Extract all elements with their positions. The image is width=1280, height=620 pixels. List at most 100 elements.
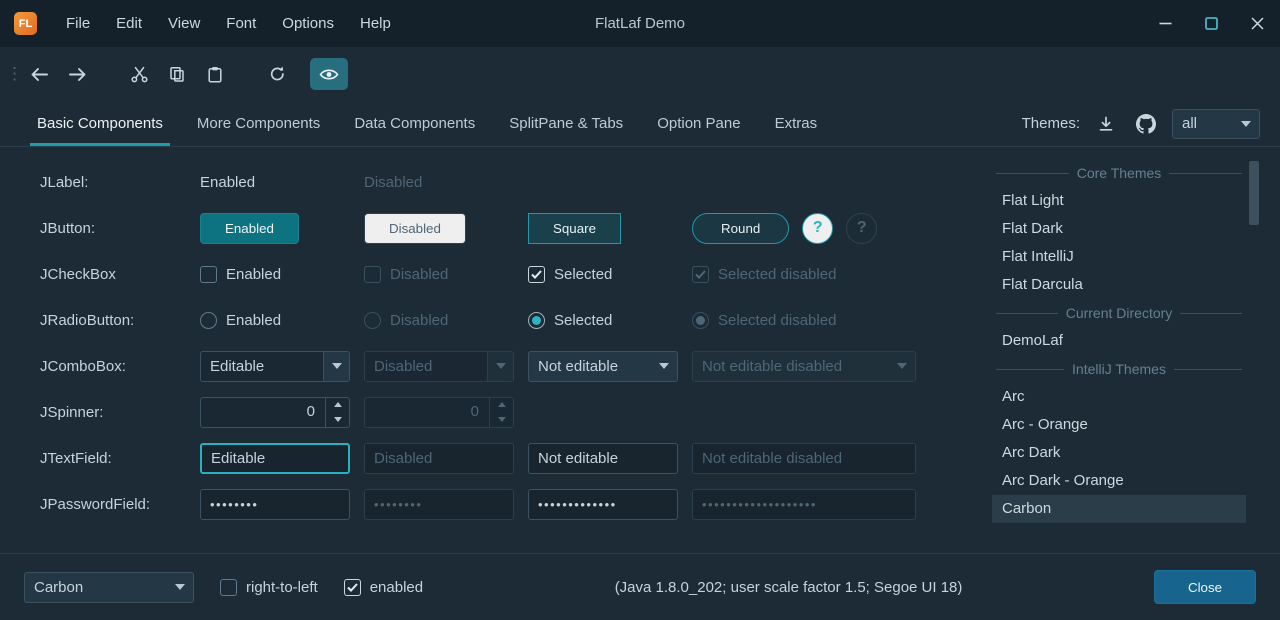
theme-item-demolaf[interactable]: DemoLaf <box>992 327 1246 355</box>
combobox-not-editable-disabled: Not editable disabled <box>692 351 916 382</box>
maximize-button[interactable] <box>1188 0 1234 47</box>
spinner-down-icon <box>490 412 513 427</box>
help-button[interactable]: ? <box>802 213 833 244</box>
passwordfield-not-editable[interactable]: ••••••••••••• <box>528 489 678 520</box>
tab-splitpane-tabs[interactable]: SplitPane & Tabs <box>492 101 640 146</box>
spinner-enabled[interactable]: 0 <box>200 397 350 428</box>
jcombobox-row-label: JComboBox: <box>40 358 200 375</box>
checkbox-enabled[interactable]: Enabled <box>200 266 364 283</box>
radio-label: Selected disabled <box>718 312 836 329</box>
checkbox-label: Enabled <box>226 266 281 283</box>
window-controls <box>1142 0 1280 47</box>
themes-scrollbar[interactable] <box>1248 159 1260 559</box>
tab-more-components[interactable]: More Components <box>180 101 337 146</box>
paste-button[interactable] <box>196 58 234 90</box>
spinner-up-icon[interactable] <box>326 398 349 413</box>
theme-item-arc-orange[interactable]: Arc - Orange <box>992 411 1246 439</box>
titlebar: FL File Edit View Font Options Help Flat… <box>0 0 1280 47</box>
minimize-icon <box>1159 22 1172 25</box>
eye-icon <box>319 68 339 81</box>
textfield-not-editable[interactable]: Not editable <box>528 443 678 474</box>
combobox-not-editable[interactable]: Not editable <box>528 351 678 382</box>
tab-option-pane[interactable]: Option Pane <box>640 101 757 146</box>
theme-group-separator: IntelliJ Themes <box>992 355 1246 383</box>
textfield-value: Disabled <box>374 450 432 467</box>
tab-data-components[interactable]: Data Components <box>337 101 492 146</box>
theme-item-flat-dark[interactable]: Flat Dark <box>992 215 1246 243</box>
theme-item-arc-dark-orange[interactable]: Arc Dark - Orange <box>992 467 1246 495</box>
basic-components-panel: JLabel: Enabled Disabled JButton: Enable… <box>40 159 980 553</box>
combobox-editable[interactable]: Editable <box>200 351 350 382</box>
theme-item-arc[interactable]: Arc <box>992 383 1246 411</box>
spinner-buttons[interactable] <box>325 398 349 427</box>
combo-arrow <box>889 352 915 381</box>
textfield-value: Not editable disabled <box>702 450 842 467</box>
back-button[interactable] <box>20 58 58 90</box>
menu-help[interactable]: Help <box>347 0 404 47</box>
round-button[interactable]: Round <box>692 213 789 244</box>
menu-options[interactable]: Options <box>269 0 347 47</box>
menu-file[interactable]: File <box>53 0 103 47</box>
scrollbar-thumb[interactable] <box>1249 161 1259 225</box>
theme-item-arc-dark[interactable]: Arc Dark <box>992 439 1246 467</box>
chevron-down-icon <box>175 584 185 590</box>
tab-label: More Components <box>197 115 320 132</box>
cut-button[interactable] <box>120 58 158 90</box>
theme-combobox[interactable]: Carbon <box>24 572 194 603</box>
theme-filter-combobox[interactable]: all <box>1172 109 1260 139</box>
chevron-down-icon <box>897 363 907 369</box>
theme-group-separator: Core Themes <box>992 159 1246 187</box>
combobox-value: Editable <box>201 358 323 375</box>
menu-view[interactable]: View <box>155 0 213 47</box>
spinner-value[interactable]: 0 <box>201 398 325 427</box>
checkbox-label: Selected disabled <box>718 266 836 283</box>
theme-item-flat-light[interactable]: Flat Light <box>992 187 1246 215</box>
checkbox-checked-icon <box>344 579 361 596</box>
password-dots: ••••••••••••• <box>538 497 617 512</box>
menu-edit[interactable]: Edit <box>103 0 155 47</box>
spinner-down-icon[interactable] <box>326 412 349 427</box>
app-logo: FL <box>14 12 37 35</box>
refresh-button[interactable] <box>258 58 296 90</box>
passwordfield-disabled: •••••••• <box>364 489 514 520</box>
show-hidden-toggle-button[interactable] <box>310 58 348 90</box>
download-theme-button[interactable] <box>1092 110 1120 138</box>
github-button[interactable] <box>1132 110 1160 138</box>
combo-arrow-button[interactable] <box>323 352 349 381</box>
spinner-up-icon <box>490 398 513 413</box>
menu-font[interactable]: Font <box>213 0 269 47</box>
close-button[interactable]: Close <box>1154 570 1256 604</box>
toolbar-grip[interactable]: ⋮ <box>6 64 20 84</box>
tab-basic-components[interactable]: Basic Components <box>20 101 180 146</box>
radio-label: Disabled <box>390 312 448 329</box>
radio-disabled: Disabled <box>364 312 528 329</box>
theme-item-flat-intellij[interactable]: Flat IntelliJ <box>992 243 1246 271</box>
tab-bar: Basic Components More Components Data Co… <box>0 101 1280 147</box>
password-dots: •••••••• <box>210 497 258 512</box>
textfield-editable[interactable]: Editable <box>200 443 350 474</box>
radio-enabled[interactable]: Enabled <box>200 312 364 329</box>
radio-label: Selected <box>554 312 612 329</box>
theme-item-carbon[interactable]: Carbon <box>992 495 1246 523</box>
forward-button[interactable] <box>58 58 96 90</box>
label-enabled: Enabled <box>200 174 364 191</box>
themes-label: Themes: <box>1022 115 1080 132</box>
jpasswordfield-row-label: JPasswordField: <box>40 496 200 513</box>
enabled-checkbox[interactable]: enabled <box>344 579 423 596</box>
right-to-left-checkbox[interactable]: right-to-left <box>220 579 318 596</box>
square-button[interactable]: Square <box>528 213 621 244</box>
minimize-button[interactable] <box>1142 0 1188 47</box>
checkbox-selected[interactable]: Selected <box>528 266 692 283</box>
textfield-disabled: Disabled <box>364 443 514 474</box>
theme-item-flat-darcula[interactable]: Flat Darcula <box>992 271 1246 299</box>
tab-extras[interactable]: Extras <box>758 101 835 146</box>
close-window-button[interactable] <box>1234 0 1280 47</box>
enabled-button[interactable]: Enabled <box>200 213 299 244</box>
checkbox-label: enabled <box>370 579 423 596</box>
passwordfield-enabled[interactable]: •••••••• <box>200 489 350 520</box>
copy-button[interactable] <box>158 58 196 90</box>
menubar: File Edit View Font Options Help <box>53 0 404 47</box>
radio-selected[interactable]: Selected <box>528 312 692 329</box>
jbutton-row-label: JButton: <box>40 220 200 237</box>
chevron-down-icon <box>496 363 506 369</box>
